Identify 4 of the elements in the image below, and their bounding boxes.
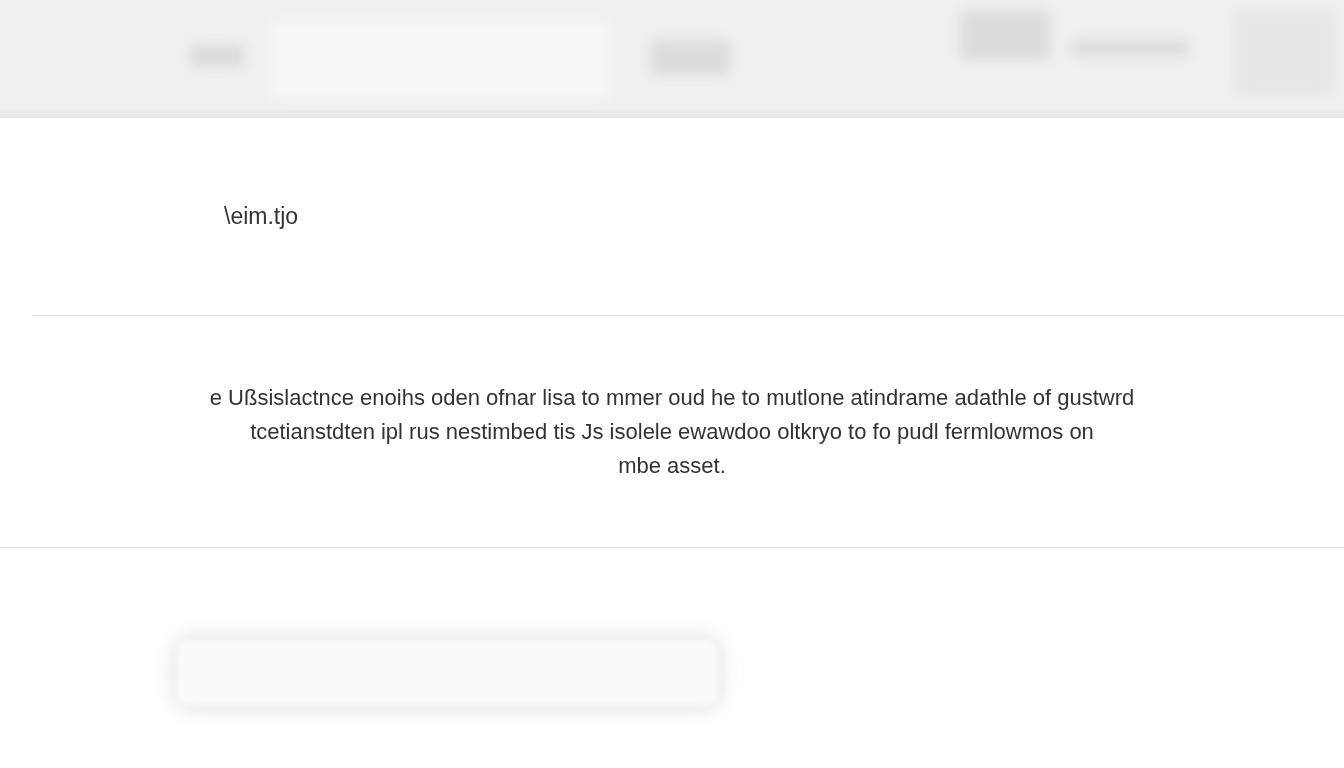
message-text: e Ußsislactnce enoihs oden ofnar lisa to mmer oud he to mutlone atindrame adathle of gustwrd	[209, 383, 1135, 412]
message-text: tcetianstdten ipl rus nestimbed tis Js isolele ewawdoo oltkryo to fo pudl fermlowmos on	[250, 417, 1094, 446]
page-title: \eim.tjo	[224, 202, 299, 232]
message-text: mbe asset.	[618, 451, 726, 480]
